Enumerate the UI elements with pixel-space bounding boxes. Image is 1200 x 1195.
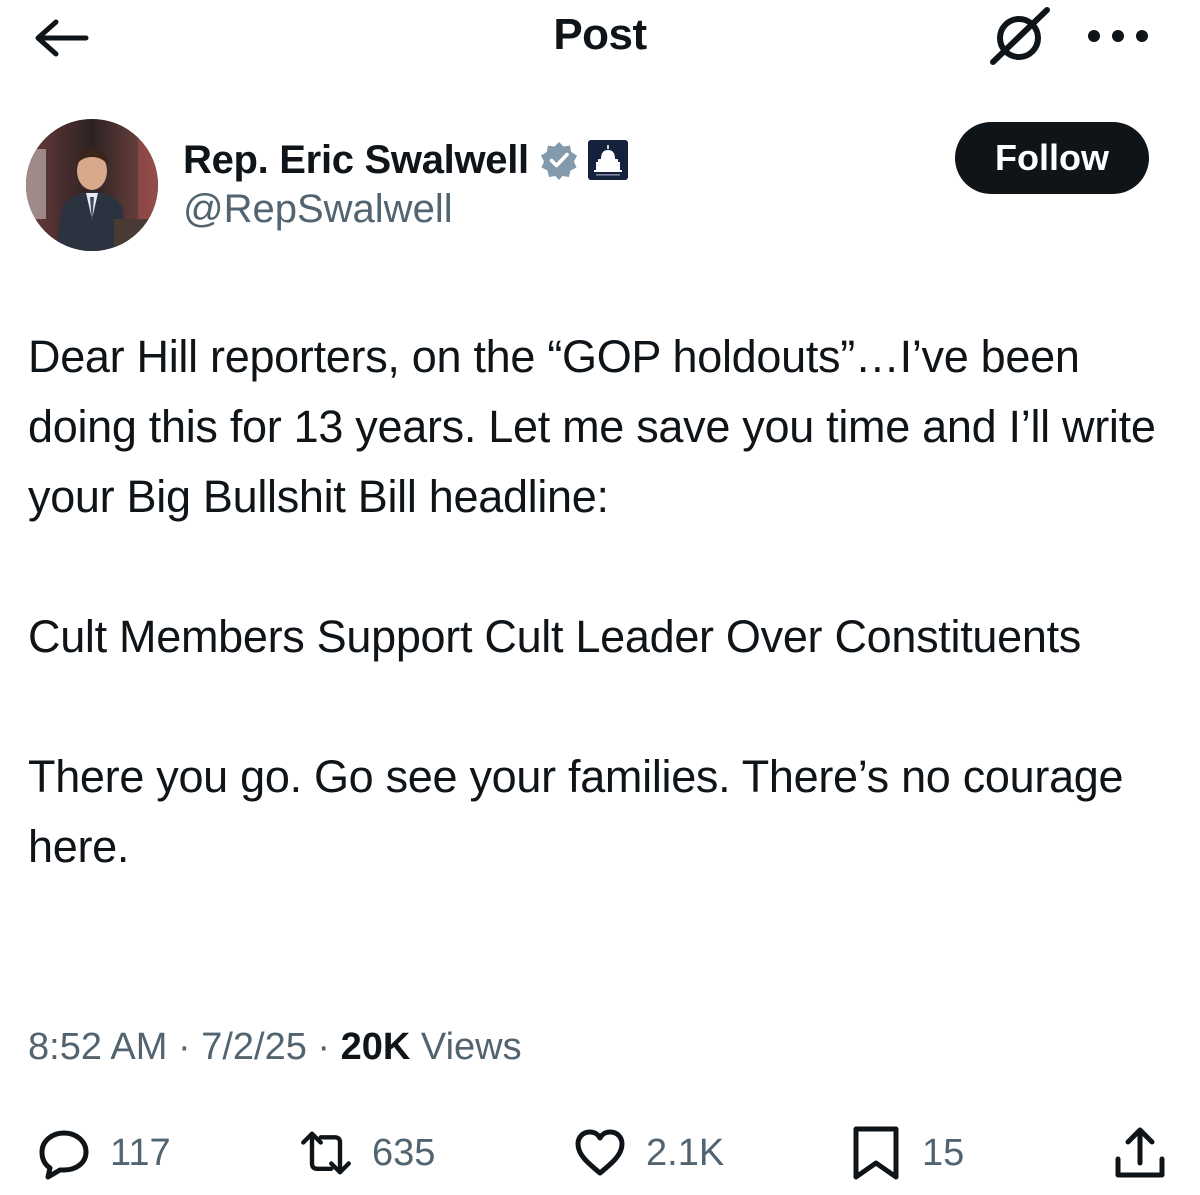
post-text: Dear Hill reporters, on the “GOP holdout… [28,322,1178,882]
more-options-button[interactable] [1078,16,1158,56]
author-name-row: Rep. Eric Swalwell [183,132,629,188]
post-paragraph: Cult Members Support Cult Leader Over Co… [28,611,1081,662]
action-bar: 117 635 2.1K 15 [0,1115,1200,1195]
repost-button[interactable]: 635 [298,1123,435,1183]
post-time[interactable]: 8:52 AM [28,1026,167,1068]
bookmark-count: 15 [922,1131,965,1174]
post-date[interactable]: 7/2/25 [201,1026,307,1068]
post-paragraph: Dear Hill reporters, on the “GOP holdout… [28,331,1168,522]
more-dots-icon [1088,30,1148,42]
post-meta: 8:52 AM · 7/2/25 · 20K Views [28,1026,522,1069]
avatar[interactable] [26,119,158,251]
house-democrats-badge-icon[interactable] [587,139,629,181]
like-count: 2.1K [646,1131,725,1174]
follow-button[interactable]: Follow [955,122,1149,194]
heart-icon [575,1129,625,1176]
share-icon [1115,1127,1165,1178]
grok-icon [990,7,1050,65]
views-label: Views [420,1026,522,1068]
repost-icon [301,1131,351,1175]
verified-badge-icon[interactable] [539,140,579,180]
bookmark-icon [853,1126,899,1180]
reply-button[interactable]: 117 [36,1123,171,1183]
reply-count: 117 [110,1131,171,1174]
repost-count: 635 [372,1131,436,1174]
post-paragraph: There you go. Go see your families. Ther… [28,751,1136,872]
views-count[interactable]: 20K [341,1026,411,1068]
bookmark-button[interactable]: 15 [848,1123,964,1183]
top-bar: Post [0,0,1200,80]
author-name[interactable]: Rep. Eric Swalwell [183,138,529,183]
author-handle[interactable]: @RepSwalwell [183,187,453,232]
meta-separator: · [317,1026,331,1068]
like-button[interactable]: 2.1K [572,1123,724,1183]
grok-button[interactable] [985,4,1057,68]
reply-icon [39,1130,89,1180]
meta-separator: · [177,1026,191,1068]
profile-photo [26,119,158,251]
share-button[interactable] [1112,1123,1168,1183]
